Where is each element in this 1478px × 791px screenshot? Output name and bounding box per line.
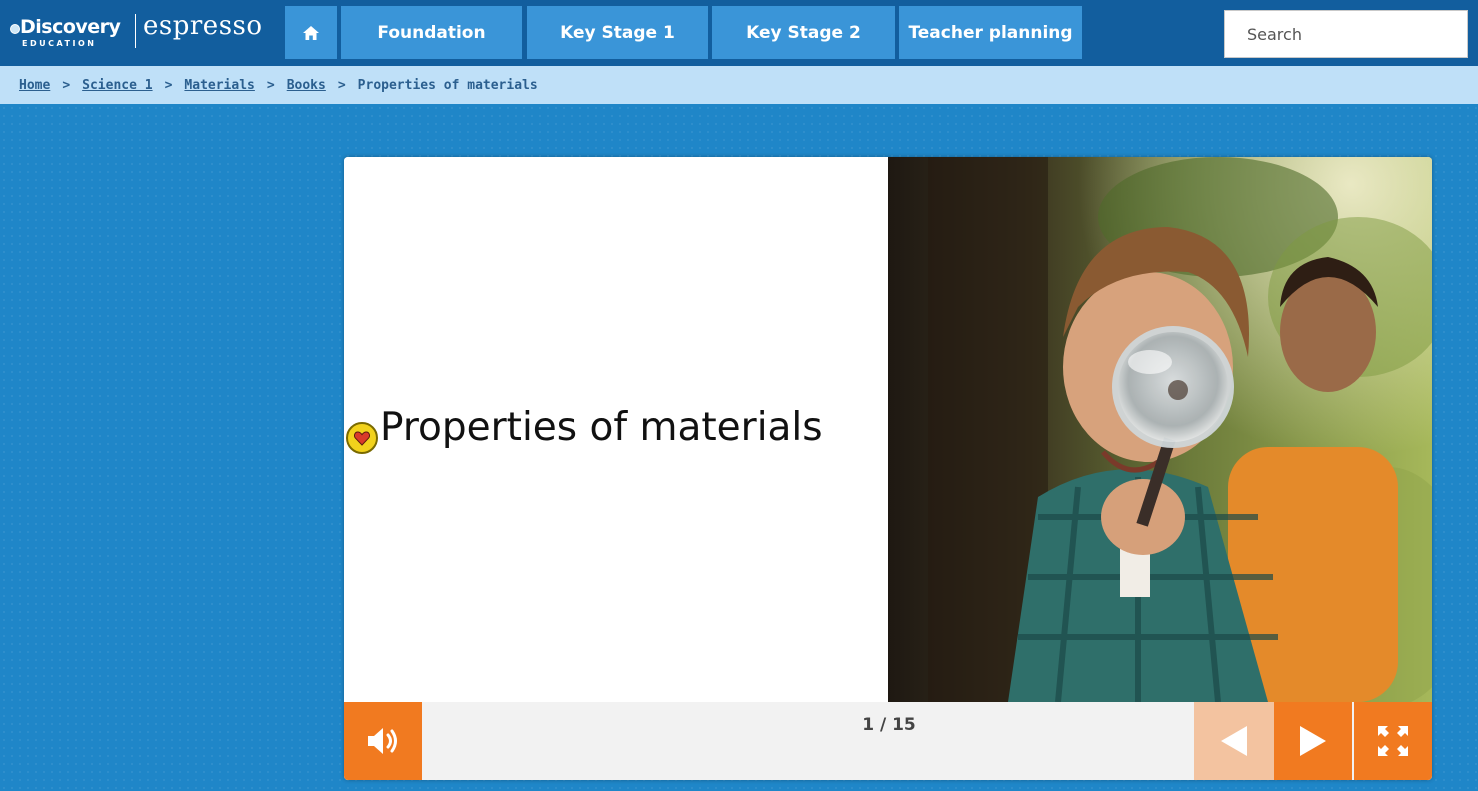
- triangle-right-icon: [1300, 726, 1326, 756]
- page-counter: 1 / 15: [862, 715, 916, 735]
- breadcrumb-separator: >: [266, 77, 275, 93]
- next-page-button[interactable]: [1274, 702, 1352, 780]
- breadcrumb-home[interactable]: Home: [19, 78, 50, 93]
- home-icon: [303, 25, 319, 40]
- nav-foundation[interactable]: Foundation: [341, 6, 522, 59]
- logo-subtitle: EDUCATION: [22, 39, 97, 48]
- breadcrumb-materials[interactable]: Materials: [184, 78, 254, 93]
- nav-teacher-planning[interactable]: Teacher planning: [899, 6, 1082, 59]
- discovery-espresso-logo[interactable]: Discovery EDUCATION espresso: [8, 8, 276, 58]
- breadcrumb-books[interactable]: Books: [287, 78, 326, 93]
- glossary-heart-icon[interactable]: [346, 422, 378, 454]
- book-page-image: [888, 157, 1432, 702]
- audio-button[interactable]: [344, 702, 422, 780]
- nav-key-stage-2[interactable]: Key Stage 2: [712, 6, 895, 59]
- speaker-icon: [368, 728, 397, 754]
- triangle-left-icon: [1221, 726, 1247, 756]
- book-page-left: Properties of materials: [344, 157, 888, 702]
- heart-icon: [354, 430, 370, 446]
- nav-key-stage-1[interactable]: Key Stage 1: [527, 6, 708, 59]
- home-button[interactable]: [285, 6, 337, 59]
- logo-product: espresso: [143, 11, 263, 41]
- fullscreen-icon: [1378, 726, 1408, 756]
- breadcrumb: Home > Science 1 > Materials > Books > P…: [0, 66, 1478, 104]
- previous-page-button[interactable]: [1194, 702, 1274, 780]
- search-input[interactable]: [1224, 10, 1468, 58]
- book-controls: 1 / 15: [344, 702, 1432, 780]
- fullscreen-button[interactable]: [1354, 702, 1432, 780]
- book-viewer: Properties of materials 1 / 15: [344, 157, 1432, 780]
- logo-brand: Discovery: [20, 16, 121, 38]
- breadcrumb-separator: >: [164, 77, 173, 93]
- photo-boy-magnifying-glass: [888, 157, 1432, 702]
- globe-icon: [10, 24, 20, 34]
- breadcrumb-current: Properties of materials: [357, 77, 538, 93]
- book-title: Properties of materials: [380, 405, 823, 450]
- breadcrumb-separator: >: [62, 77, 71, 93]
- top-navigation-bar: Discovery EDUCATION espresso Foundation …: [0, 0, 1478, 66]
- breadcrumb-science-1[interactable]: Science 1: [82, 78, 152, 93]
- breadcrumb-separator: >: [337, 77, 346, 93]
- logo-divider: [135, 14, 136, 48]
